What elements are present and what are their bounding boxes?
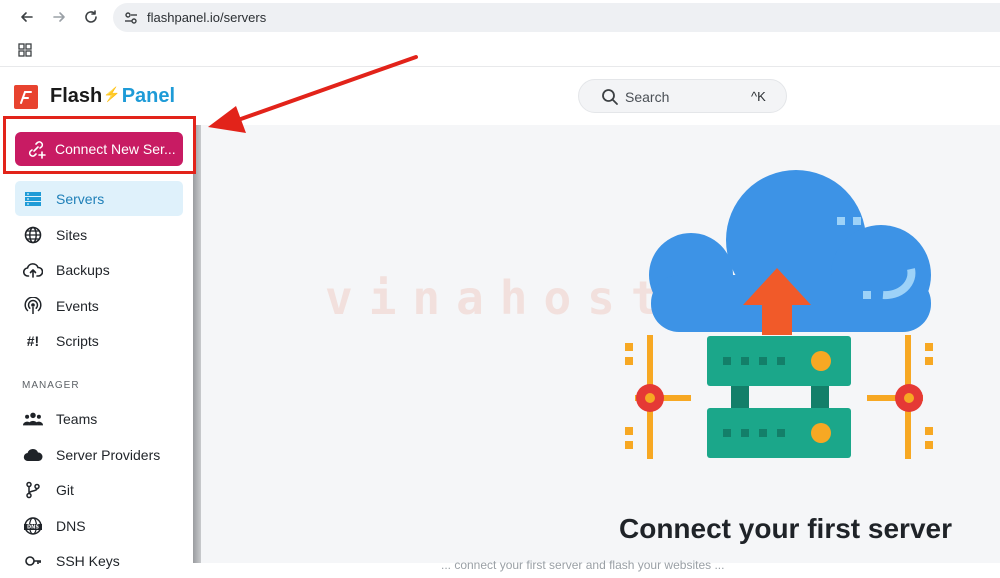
sidebar-item-ssh-keys[interactable]: SSH Keys [15,543,183,578]
logo-flash-text: Flash [50,85,103,107]
servers-icon [23,189,43,209]
reload-icon [85,10,97,23]
git-branch-icon [23,480,43,500]
forward-button[interactable] [49,7,69,27]
tune-icon[interactable] [123,10,139,26]
sidebar-item-label: Teams [56,410,98,427]
sidebar-item-servers[interactable]: Servers [15,181,183,216]
sidebar-item-sites[interactable]: Sites [15,217,183,252]
sidebar-item-scripts[interactable]: #! Scripts [15,323,183,358]
sidebar-item-label: Events [56,297,99,314]
logo-panel-text: Panel [121,85,176,107]
script-icon: #! [26,332,40,349]
sidebar-item-label: Server Providers [56,446,161,463]
section-label-manager: MANAGER [22,380,80,391]
bookmarks-bar [0,34,1000,67]
search-input[interactable]: Search ^K [578,79,787,113]
arrow-right-icon [53,12,65,22]
sidebar-item-label: SSH Keys [56,552,120,569]
broadcast-icon [23,296,43,316]
sidebar-item-label: DNS [56,517,86,534]
search-shortcut: ^K [751,89,766,104]
dns-globe-icon: DNS [23,516,43,536]
search-icon [602,89,618,105]
url-text[interactable]: flashpanel.io/servers [147,10,266,25]
page-subtitle: ... connect your first server and flash … [441,558,725,572]
cloud-upload-icon [23,260,43,280]
cloud-server-illustration [625,170,933,459]
cloud-icon [23,445,43,465]
sidebar-scrollbar[interactable] [193,125,201,563]
brand-logo[interactable]: Flash⚡Panel [50,85,175,108]
address-bar[interactable]: flashpanel.io/servers [113,3,1000,32]
sidebar-item-label: Git [56,481,74,498]
bolt-icon: ⚡ [103,86,121,102]
browser-toolbar: flashpanel.io/servers [0,0,1000,34]
svg-text:DNS: DNS [27,524,39,530]
apps-grid-icon[interactable] [18,43,32,57]
page-title: Connect your first server [619,513,952,544]
flashpanel-logo-icon[interactable] [14,85,38,109]
search-placeholder: Search [625,89,670,105]
sidebar-item-backups[interactable]: Backups [15,252,183,287]
globe-icon [23,225,43,245]
sidebar-item-label: Scripts [56,332,99,349]
annotation-highlight-box [3,116,196,174]
sidebar-item-server-providers[interactable]: Server Providers [15,437,183,472]
sidebar-item-label: Backups [56,261,110,278]
sidebar-item-teams[interactable]: Teams [15,401,183,436]
users-icon [23,409,43,429]
sidebar-item-git[interactable]: Git [15,472,183,507]
arrow-left-icon [21,12,33,22]
main-content: vinahost. Connect your first server ... … [201,125,1000,572]
reload-button[interactable] [81,7,101,27]
sidebar-item-events[interactable]: Events [15,288,183,323]
sidebar-item-label: Sites [56,226,88,243]
key-icon [23,551,43,571]
sidebar-item-label: Servers [56,190,105,207]
back-button[interactable] [17,7,37,27]
sidebar-item-dns[interactable]: DNS DNS [15,508,183,543]
